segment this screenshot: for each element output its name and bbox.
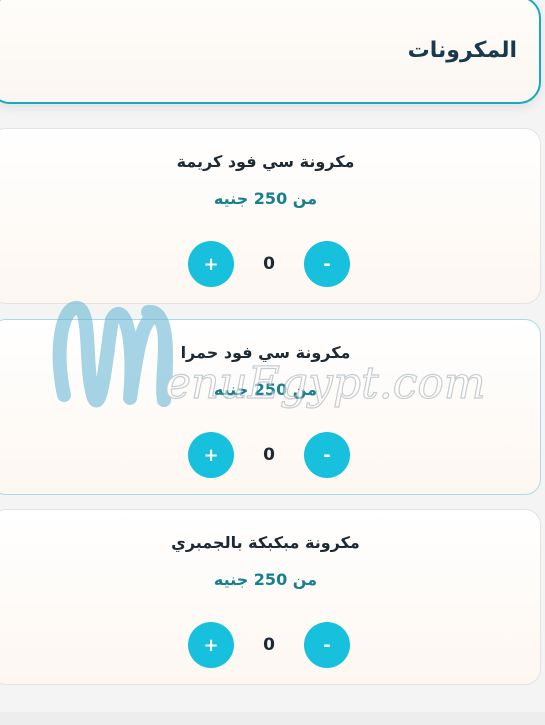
menu-item-card: مكرونة سي فود كريمة من 250 جنيه - 0 +	[0, 128, 541, 304]
menu-item-card: مكرونة مبكبكة بالجمبري من 250 جنيه - 0 +	[0, 509, 541, 685]
category-header: المكرونات	[0, 0, 541, 104]
increase-quantity-button[interactable]: +	[188, 622, 234, 668]
increase-quantity-button[interactable]: +	[188, 241, 234, 287]
quantity-value: 0	[263, 254, 275, 274]
item-name: مكرونة سي فود كريمة	[176, 152, 355, 171]
item-price: من 250 جنيه	[213, 380, 318, 399]
quantity-value: 0	[263, 445, 275, 465]
quantity-value: 0	[263, 635, 275, 655]
increase-quantity-button[interactable]: +	[188, 432, 234, 478]
item-price: من 250 جنيه	[213, 189, 318, 208]
category-title: المكرونات	[407, 38, 517, 63]
decrease-quantity-button[interactable]: -	[304, 622, 350, 668]
item-name: مكرونة مبكبكة بالجمبري	[171, 533, 360, 552]
item-price: من 250 جنيه	[213, 570, 318, 589]
next-section-edge	[0, 712, 545, 725]
item-name: مكرونة سي فود حمرا	[180, 343, 351, 362]
decrease-quantity-button[interactable]: -	[304, 241, 350, 287]
menu-item-card: مكرونة سي فود حمرا من 250 جنيه - 0 +	[0, 319, 541, 495]
decrease-quantity-button[interactable]: -	[304, 432, 350, 478]
